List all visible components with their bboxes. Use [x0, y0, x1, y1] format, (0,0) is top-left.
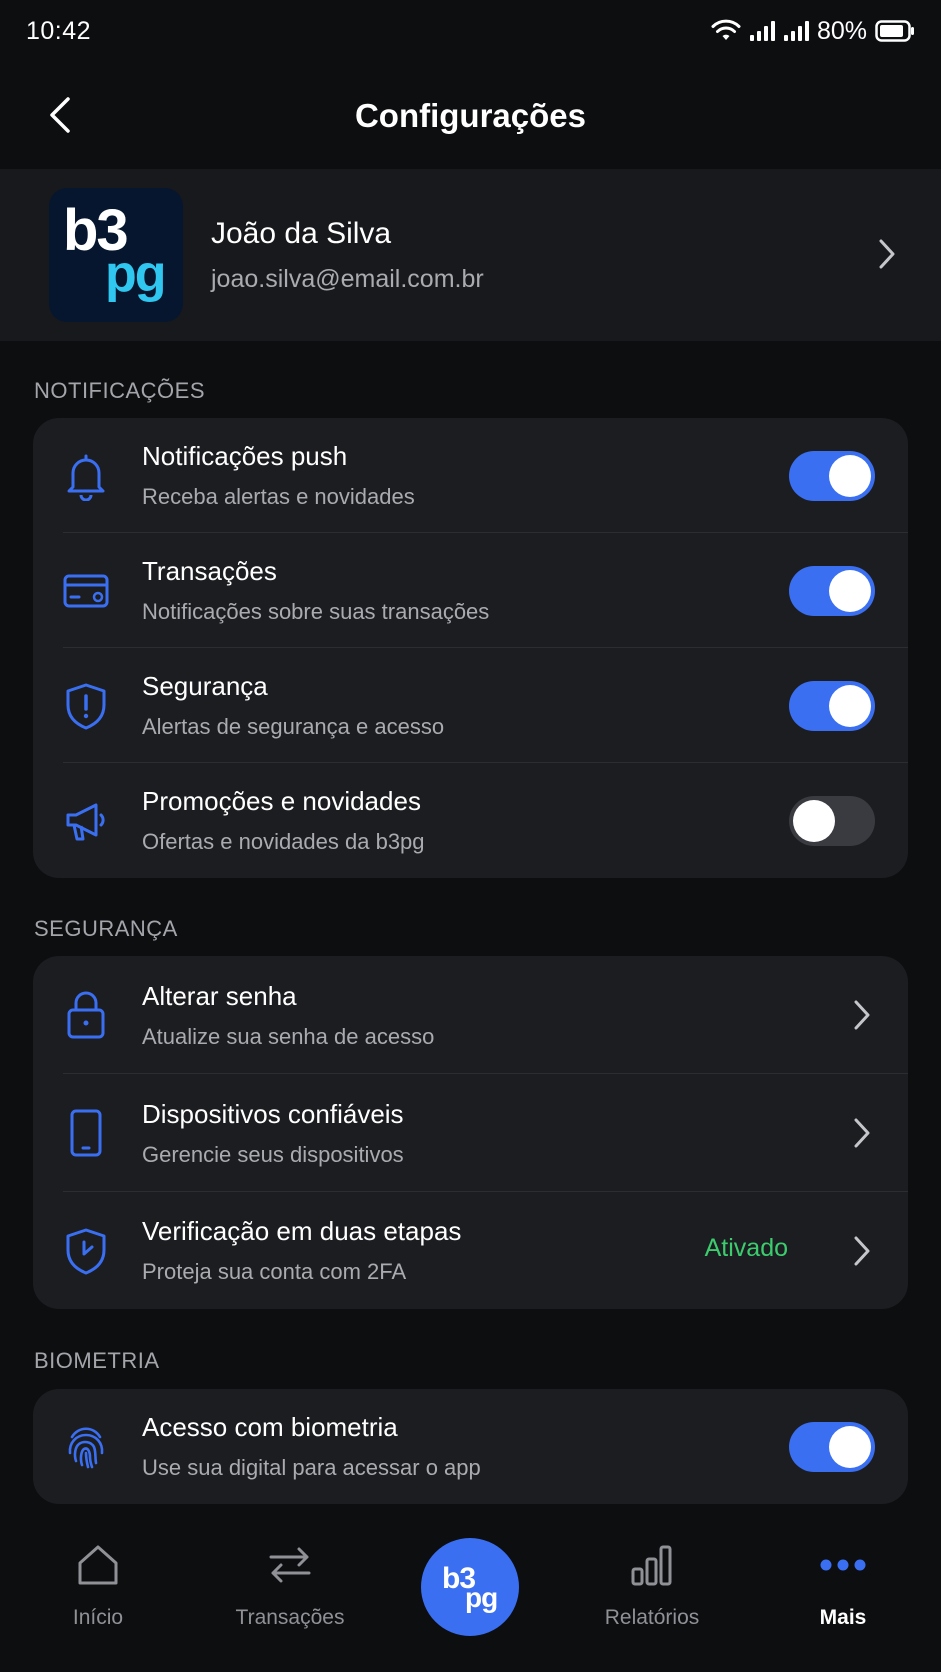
lock-icon	[61, 990, 111, 1040]
back-button[interactable]	[34, 90, 84, 140]
setting-row-promotions[interactable]: Promoções e novidades Ofertas e novidade…	[33, 763, 908, 878]
toggle-promotions[interactable]	[789, 796, 875, 846]
setting-title: Transações	[142, 556, 277, 586]
signal-icon-2	[783, 21, 809, 41]
setting-subtitle: Alertas de segurança e acesso	[142, 714, 445, 739]
setting-row-push[interactable]: Notificações push Receba alertas e novid…	[33, 418, 908, 533]
header: Configurações	[0, 62, 941, 169]
wifi-icon	[711, 19, 741, 40]
toggle-transactions[interactable]	[789, 566, 875, 616]
setting-row-biometrics[interactable]: Acesso com biometria Use sua digital par…	[33, 1389, 908, 1504]
toggle-security-alerts[interactable]	[789, 681, 875, 731]
app-logo: b3 pg	[49, 188, 183, 322]
setting-title: Dispositivos confiáveis	[142, 1098, 404, 1129]
chevron-right-icon	[854, 1000, 870, 1030]
toggle-biometrics[interactable]	[789, 1422, 875, 1472]
shield-alert-icon	[61, 681, 111, 731]
notifications-card: Notificações push Receba alertas e novid…	[33, 418, 908, 878]
status-bar: 10:42 80%	[0, 0, 941, 62]
setting-title: Verificação em duas etapas	[142, 1216, 462, 1246]
more-dots-icon	[819, 1540, 867, 1590]
setting-subtitle: Atualize sua senha de acesso	[142, 1023, 435, 1049]
toggle-push[interactable]	[789, 451, 875, 501]
status-indicators: 80%	[711, 17, 915, 46]
shield-check-icon	[61, 1226, 111, 1276]
section-label-biometrics: BIOMETRIA	[34, 1348, 160, 1373]
setting-subtitle: Gerencie seus dispositivos	[142, 1141, 404, 1167]
page-title: Configurações	[354, 96, 587, 134]
setting-subtitle: Notificações sobre suas transações	[142, 599, 490, 624]
profile-info: João da Silva joao.silva@email.com.br	[211, 217, 484, 294]
setting-subtitle: Receba alertas e novidades	[142, 484, 415, 509]
setting-title: Alterar senha	[142, 980, 297, 1011]
setting-subtitle: Use sua digital para acessar o app	[142, 1455, 481, 1480]
status-badge: Ativado	[704, 1234, 788, 1262]
setting-subtitle: Proteja sua conta com 2FA	[142, 1259, 407, 1284]
nav-label: Relatórios	[604, 1606, 700, 1629]
chevron-right-icon	[854, 1236, 870, 1266]
profile-name: João da Silva	[211, 216, 392, 250]
biometrics-card: Acesso com biometria Use sua digital par…	[33, 1389, 908, 1504]
home-icon	[76, 1540, 120, 1590]
nav-item-transactions[interactable]: Transações	[210, 1540, 370, 1630]
megaphone-icon	[61, 796, 111, 846]
setting-row-two-factor[interactable]: Verificação em duas etapas Proteja sua c…	[33, 1192, 908, 1309]
setting-row-trusted-devices[interactable]: Dispositivos confiáveis Gerencie seus di…	[33, 1074, 908, 1192]
battery-icon	[875, 20, 914, 42]
bottom-nav: Início Transações b3 pg Relatórios Mais	[0, 1510, 941, 1672]
setting-title: Promoções e novidades	[142, 786, 421, 816]
signal-icon	[749, 21, 775, 41]
setting-row-security-alerts[interactable]: Segurança Alertas de segurança e acesso	[33, 648, 908, 763]
nav-label: Transações	[235, 1606, 345, 1629]
nav-item-more[interactable]: Mais	[763, 1540, 923, 1630]
profile-email: joao.silva@email.com.br	[211, 264, 484, 293]
status-time: 10:42	[26, 16, 92, 45]
logo-text-bottom: pg	[105, 245, 167, 303]
setting-title: Notificações push	[142, 441, 348, 471]
setting-row-change-password[interactable]: Alterar senha Atualize sua senha de aces…	[33, 956, 908, 1074]
security-card: Alterar senha Atualize sua senha de aces…	[33, 956, 908, 1309]
setting-subtitle: Ofertas e novidades da b3pg	[142, 829, 425, 854]
section-label-notifications: NOTIFICAÇÕES	[34, 378, 206, 403]
center-logo-button[interactable]: b3 pg	[421, 1538, 519, 1636]
section-label-security: SEGURANÇA	[34, 916, 178, 941]
bar-chart-icon	[629, 1540, 675, 1590]
transfer-icon	[267, 1540, 313, 1590]
card-icon	[61, 566, 111, 616]
chevron-left-icon	[50, 97, 70, 133]
nav-item-reports[interactable]: Relatórios	[572, 1540, 732, 1630]
chevron-right-icon	[879, 239, 895, 269]
nav-label: Mais	[819, 1606, 867, 1629]
setting-title: Segurança	[142, 671, 268, 701]
nav-label: Início	[72, 1606, 124, 1629]
phone-icon	[61, 1108, 111, 1158]
bell-icon	[61, 451, 111, 501]
center-logo-text-bottom: pg	[465, 1582, 498, 1613]
nav-item-home[interactable]: Início	[18, 1540, 178, 1630]
profile-card[interactable]: b3 pg João da Silva joao.silva@email.com…	[0, 169, 941, 341]
setting-title: Acesso com biometria	[142, 1412, 398, 1442]
chevron-right-icon	[854, 1118, 870, 1148]
battery-percent: 80%	[816, 16, 867, 45]
fingerprint-icon	[61, 1422, 111, 1472]
setting-row-transactions[interactable]: Transações Notificações sobre suas trans…	[33, 533, 908, 648]
